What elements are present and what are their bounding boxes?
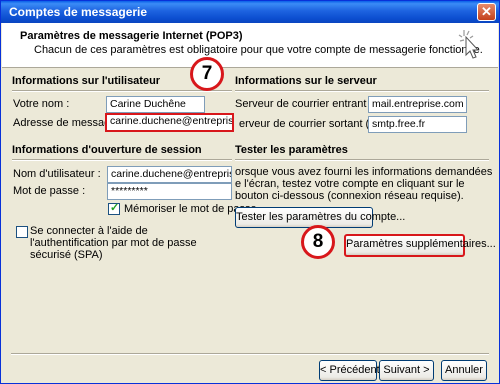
user-info-heading: Informations sur l'utilisateur	[12, 75, 161, 87]
test-heading: Tester les paramètres	[235, 144, 348, 156]
callout-7: 7	[190, 57, 224, 91]
more-settings-button[interactable]: Paramètres supplémentaires...	[344, 234, 496, 257]
next-button[interactable]: Suivant >	[379, 360, 434, 381]
password-input[interactable]: *********	[107, 183, 232, 200]
password-label: Mot de passe :	[13, 185, 86, 197]
dialog-header: Paramètres de messagerie Internet (POP3)…	[2, 23, 498, 68]
login-info-heading: Informations d'ouverture de session	[12, 144, 202, 156]
spa-label-line3: sécurisé (SPA)	[30, 249, 103, 261]
window-title: Comptes de messagerie	[9, 5, 148, 19]
callout-8: 8	[301, 225, 335, 259]
incoming-server-input[interactable]: mail.entreprise.com	[368, 96, 467, 113]
server-info-separator	[235, 90, 489, 92]
name-input[interactable]: Carine Duchêne	[106, 96, 205, 113]
close-button[interactable]: ✕	[477, 3, 496, 21]
cursor-sparkle-icon	[458, 30, 480, 59]
email-input[interactable]: carine.duchene@entreprise.com	[105, 113, 234, 132]
test-text-line1: orsque vous avez fourni les informations…	[235, 166, 493, 178]
spa-checkbox[interactable]	[16, 226, 28, 238]
outgoing-server-input[interactable]: smtp.free.fr	[368, 116, 467, 133]
server-info-heading: Informations sur le serveur	[235, 75, 377, 87]
test-account-button[interactable]: Tester les paramètres du compte...	[235, 207, 405, 228]
user-info-separator	[12, 90, 232, 92]
cancel-button[interactable]: Annuler	[441, 360, 487, 381]
test-text-line2: e l'écran, testez votre compte en cliqua…	[235, 178, 465, 190]
name-label: Votre nom :	[13, 98, 70, 110]
remember-password-checkbox[interactable]: ✓	[108, 202, 120, 215]
header-subtitle: Chacun de ces paramètres est obligatoire…	[34, 44, 483, 56]
login-info-separator	[12, 159, 232, 161]
header-title: Paramètres de messagerie Internet (POP3)	[20, 30, 243, 42]
title-bar[interactable]: Comptes de messagerie ✕	[1, 1, 499, 23]
back-button[interactable]: < Précédent	[319, 360, 380, 381]
spa-label-line2: l'authentification par mot de passe	[30, 237, 197, 249]
footer-separator	[11, 353, 489, 355]
spa-label-line1: Se connecter à l'aide de	[30, 225, 148, 237]
test-text-line3: bouton ci-dessous (connexion réseau requ…	[235, 190, 464, 202]
username-label: Nom d'utilisateur :	[13, 168, 101, 180]
username-input[interactable]: carine.duchene@entreprise.com	[107, 166, 232, 183]
test-separator	[235, 159, 489, 161]
accounts-dialog: Comptes de messagerie ✕ Paramètres de me…	[0, 0, 500, 384]
checkmark-icon: ✓	[110, 202, 120, 214]
